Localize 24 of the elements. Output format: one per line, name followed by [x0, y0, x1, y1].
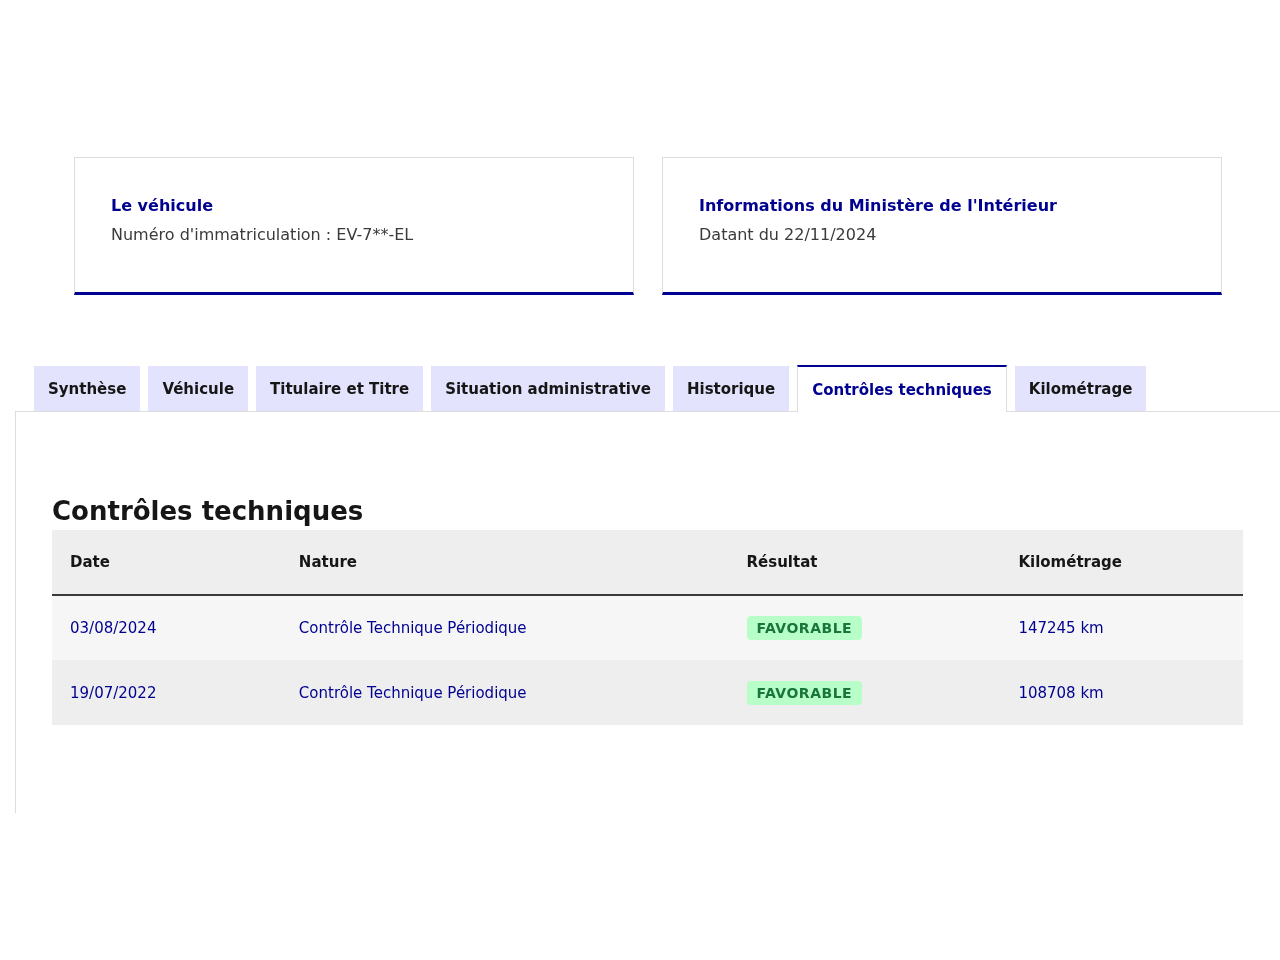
card-title: Informations du Ministère de l'Intérieur [699, 196, 1057, 215]
result-badge: FAVORABLE [746, 680, 863, 705]
tab[interactable]: Titulaire et Titre [256, 366, 424, 411]
card-text: Numéro d'immatriculation : EV-7**-EL [111, 225, 414, 244]
tab[interactable]: Contrôles techniques [797, 365, 1007, 412]
column-header: Kilométrage [1000, 530, 1243, 595]
date-cell: 19/07/2022 [52, 660, 281, 725]
tab[interactable]: Situation administrative [431, 366, 665, 411]
date-cell: 03/08/2024 [52, 595, 281, 660]
tab[interactable]: Kilométrage [1014, 366, 1147, 411]
mileage-cell: 108708 km [1000, 660, 1243, 725]
nature-cell: Contrôle Technique Périodique [280, 595, 729, 660]
tab[interactable]: Synthèse [34, 366, 141, 411]
tab[interactable]: Véhicule [148, 366, 249, 411]
tab[interactable]: Historique [672, 366, 790, 411]
column-header: Résultat [728, 530, 1001, 595]
column-header: Nature [280, 530, 729, 595]
result-badge: FAVORABLE [746, 616, 863, 640]
mileage-cell: 147245 km [1000, 595, 1243, 660]
card-title: Le véhicule [111, 196, 213, 215]
nature-cell: Contrôle Technique Périodique [280, 660, 729, 725]
section-title: Contrôles techniques [52, 496, 365, 526]
column-header: Date [52, 530, 281, 595]
card-text: Datant du 22/11/2024 [699, 225, 877, 244]
